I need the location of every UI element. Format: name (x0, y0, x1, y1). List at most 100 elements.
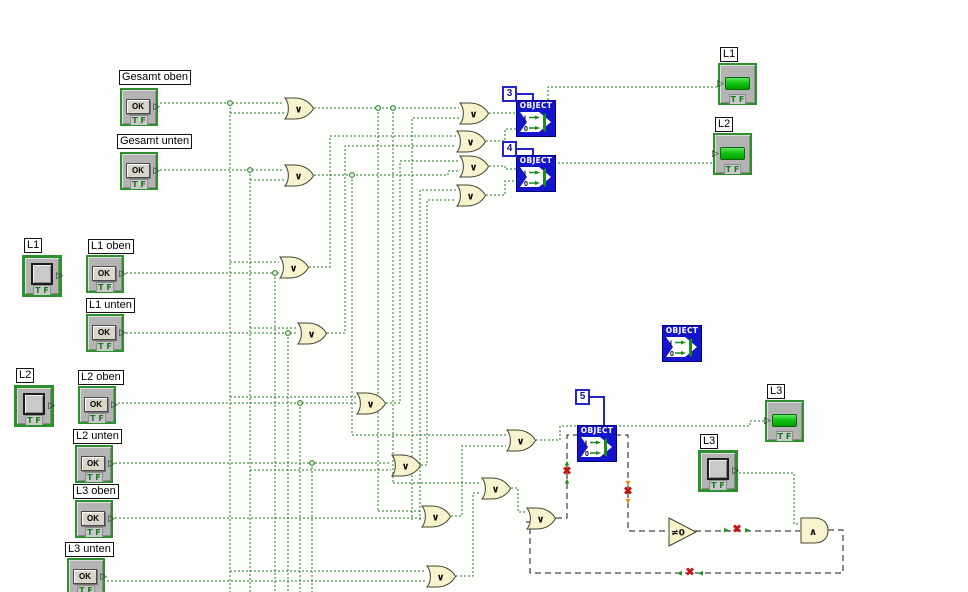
led-indicator-terminal[interactable]: ▷ T F (712, 133, 752, 175)
input-terminal-arrow: ▷ (712, 148, 719, 158)
wire-boolean[interactable] (486, 180, 516, 196)
svg-text:∨: ∨ (307, 330, 315, 341)
wire-boolean[interactable] (489, 165, 516, 170)
or-gate-shape: ∨ (283, 164, 315, 187)
svg-text:I: I (585, 441, 587, 448)
or-gate[interactable]: ∨ (278, 256, 310, 279)
flow-arrow: ► (743, 525, 752, 535)
wire-junction (390, 105, 396, 111)
wire-boolean[interactable] (547, 86, 718, 100)
or-gate-shape: ∨ (425, 565, 457, 588)
or-gate[interactable]: ∨ (458, 102, 490, 125)
ok-button-face[interactable]: OK (92, 325, 116, 340)
square-button-face[interactable] (31, 263, 53, 285)
wire-boolean[interactable] (456, 492, 481, 577)
and-gate[interactable]: ∧ (800, 517, 830, 544)
ok-button-face[interactable]: OK (81, 456, 105, 471)
or-gate[interactable]: ∨ (458, 155, 490, 178)
numeric-constant[interactable]: 3 (502, 86, 517, 102)
output-terminal-arrow: ▷ (100, 571, 107, 581)
wire-boolean[interactable] (352, 170, 459, 176)
ok-button-terminal[interactable]: OK ▷ T F (78, 386, 118, 424)
ok-button-terminal[interactable]: OK ▷ T F (120, 88, 160, 126)
ok-button-terminal[interactable]: OK ▷ T F (75, 445, 115, 483)
wire-boolean[interactable] (511, 487, 526, 513)
svg-text:I: I (524, 116, 526, 123)
ok-button-face[interactable]: OK (81, 511, 105, 526)
wire-boolean[interactable] (615, 420, 765, 427)
or-gate[interactable]: ∨ (390, 454, 422, 477)
ok-button-terminal[interactable]: OK ▷ T F (86, 314, 126, 352)
wire-numeric[interactable] (590, 396, 605, 425)
object-node[interactable]: OBJECT I 0 (577, 425, 617, 462)
wire-boolean[interactable] (739, 472, 800, 525)
object-node[interactable]: OBJECT I 0 (516, 155, 556, 192)
not-equal-zero-node[interactable]: ≠0 (668, 517, 698, 547)
svg-text:∨: ∨ (536, 515, 544, 526)
object-node-icon: I0 (520, 167, 551, 188)
square-button-face[interactable] (23, 393, 45, 415)
terminal-label: L2 unten (73, 429, 122, 444)
or-gate[interactable]: ∨ (425, 565, 457, 588)
wire-boolean[interactable] (421, 199, 456, 466)
square-button-face[interactable] (707, 458, 729, 480)
or-gate[interactable]: ∨ (420, 505, 452, 528)
flow-arrow: ▼ (624, 496, 632, 506)
broken-wire-indicator: ► ✖ ► (722, 524, 752, 535)
svg-text:0: 0 (524, 181, 528, 188)
or-gate[interactable]: ∨ (283, 97, 315, 120)
or-gate-shape: ∨ (455, 184, 487, 207)
wire-boolean[interactable] (327, 145, 456, 334)
svg-text:∨: ∨ (469, 110, 477, 121)
ok-button-face[interactable]: OK (73, 569, 97, 584)
or-gate[interactable]: ∨ (505, 429, 537, 452)
svg-text:∨: ∨ (289, 264, 297, 275)
square-button-terminal[interactable]: ▷ T F (698, 450, 739, 492)
square-button-terminal[interactable]: ▷ T F (14, 385, 55, 427)
svg-text:∧: ∧ (809, 527, 817, 538)
led-indicator-terminal[interactable]: ▷ T F (717, 63, 757, 105)
wire-boolean[interactable] (309, 135, 456, 268)
ok-button-terminal[interactable]: OK ▷ T F (120, 152, 160, 190)
square-button-terminal[interactable]: ▷ T F (22, 255, 63, 297)
or-gate-shape: ∨ (480, 477, 512, 500)
terminal-label: L2 (16, 368, 35, 383)
wire-boolean[interactable] (486, 128, 516, 142)
ok-button-face[interactable]: OK (126, 163, 150, 178)
boolean-type-label: T F (96, 341, 114, 351)
wire-junction (272, 270, 278, 276)
ok-button-face[interactable]: OK (84, 397, 108, 412)
svg-text:0: 0 (585, 451, 589, 458)
ok-button-terminal[interactable]: OK ▷ T F (67, 558, 107, 592)
or-gate[interactable]: ∨ (283, 164, 315, 187)
or-gate-shape: ∨ (296, 322, 328, 345)
ok-button-face[interactable]: OK (126, 99, 150, 114)
terminal-label: L3 (700, 434, 719, 449)
object-node[interactable]: OBJECT I 0 (516, 100, 556, 137)
ok-button-face[interactable]: OK (92, 266, 116, 281)
svg-text:∨: ∨ (431, 513, 439, 524)
object-node-icon: I0 (520, 112, 551, 133)
or-gate[interactable]: ∨ (525, 507, 557, 530)
or-gate[interactable]: ∨ (455, 130, 487, 153)
object-node-header: OBJECT (665, 326, 699, 335)
or-gate-shape: ∨ (525, 507, 557, 530)
or-gate[interactable]: ∨ (355, 392, 387, 415)
broken-wire-indicator: ▲ ✖ ▲ (562, 459, 571, 485)
wire-boolean[interactable] (386, 160, 459, 404)
led-indicator-terminal[interactable]: ▷ T F (764, 400, 804, 442)
wire-boolean[interactable] (536, 425, 577, 441)
object-node[interactable]: OBJECT I 0 (662, 325, 702, 362)
boolean-type-label: T F (25, 415, 43, 425)
numeric-constant[interactable]: 4 (502, 141, 517, 157)
ok-button-terminal[interactable]: OK ▷ T F (75, 500, 115, 538)
or-gate-shape: ∨ (458, 102, 490, 125)
numeric-constant[interactable]: 5 (575, 389, 590, 405)
or-gate[interactable]: ∨ (296, 322, 328, 345)
wire-boolean[interactable] (419, 189, 456, 520)
boolean-type-label: T F (130, 179, 148, 189)
or-gate[interactable]: ∨ (455, 184, 487, 207)
or-gate[interactable]: ∨ (480, 477, 512, 500)
terminal-label: L1 unten (86, 298, 135, 313)
ok-button-terminal[interactable]: OK ▷ T F (86, 255, 126, 293)
